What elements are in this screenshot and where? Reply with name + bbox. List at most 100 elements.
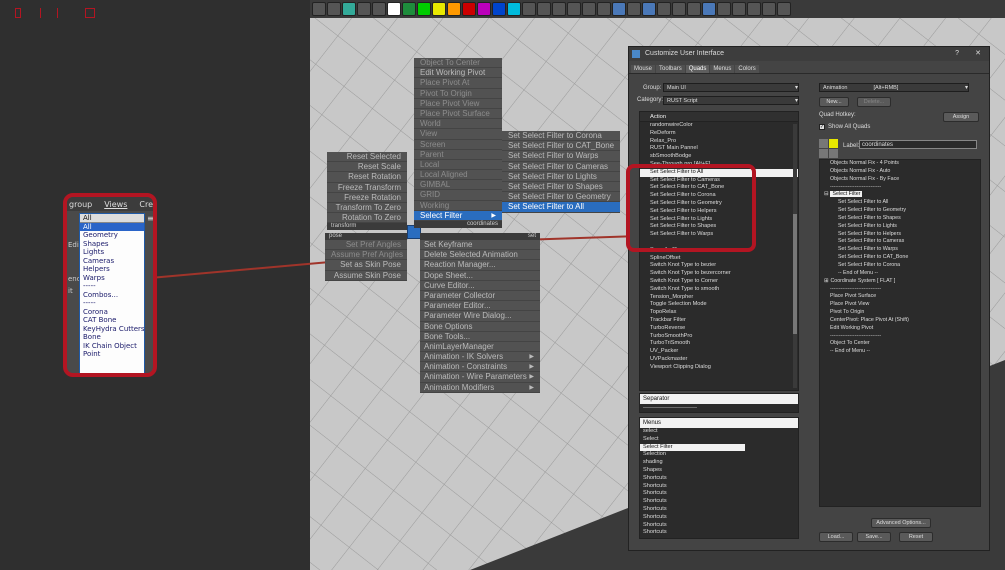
filter-option[interactable]: Cameras (80, 257, 144, 266)
load-button[interactable]: Load... (819, 532, 853, 542)
menu-entry[interactable]: Shortcuts (640, 483, 798, 491)
new-button[interactable]: New... (819, 97, 849, 107)
menu-entry[interactable]: select (640, 428, 798, 436)
tree-item[interactable]: -- End of Menu -- (830, 348, 980, 356)
quad-item-select-filter[interactable]: Select Filter ▶ (414, 210, 502, 221)
submenu-item[interactable]: Set Select Filter to Lights (502, 171, 620, 182)
tree-item[interactable]: Set Select Filter to Geometry (830, 207, 980, 215)
quad-item[interactable]: Dope Sheet... (420, 270, 540, 281)
quad-item[interactable]: Assume Skin Pose (325, 270, 407, 281)
collapse-icon[interactable]: ⊟ (824, 191, 828, 197)
action-item[interactable]: Relax_Pro (640, 138, 798, 146)
color-swatch-icon[interactable] (402, 2, 416, 16)
combo-value[interactable]: All (80, 214, 144, 223)
tool-icon[interactable] (642, 2, 656, 16)
filter-option[interactable]: KeyHydra Cutters (80, 325, 145, 334)
tool-icon[interactable] (342, 2, 356, 16)
action-item[interactable]: Trackbar Filter (640, 317, 798, 325)
list-icon[interactable]: ≡ (147, 214, 153, 224)
quad-item[interactable]: Object To Center (414, 58, 502, 69)
quad-item[interactable]: Pivot To Origin (414, 88, 502, 99)
menu-entry[interactable]: Shortcuts (640, 490, 798, 498)
quad-set-dropdown[interactable]: Animation [Alt+RMB] ▾ (819, 83, 969, 92)
quad-item[interactable]: Reset Selected (327, 152, 407, 163)
tool-icon[interactable] (672, 2, 686, 16)
tool-icon[interactable] (582, 2, 596, 16)
quad-item[interactable]: Animation - Wire Parameters ▶ (420, 372, 540, 383)
quad-item[interactable]: Working (414, 200, 502, 211)
quad-item[interactable]: GRID (414, 190, 502, 201)
quad-item[interactable]: Animation Modifiers ▶ (420, 382, 540, 393)
tree-item[interactable]: ⊞ Coordinate System [ FLAT ] (824, 278, 980, 286)
quad-item[interactable]: AnimLayerManager (420, 341, 540, 353)
action-header[interactable]: Action (640, 112, 798, 122)
tree-item[interactable]: Set Select Filter to Corona (830, 262, 980, 270)
quad-item[interactable]: Freeze Rotation (327, 192, 407, 203)
color-swatch-icon[interactable] (387, 2, 401, 16)
menu-entry[interactable]: Shortcuts (640, 529, 798, 537)
tool-icon[interactable] (732, 2, 746, 16)
tool-icon[interactable] (312, 2, 326, 16)
tree-item[interactable]: ----------------------------- (830, 333, 980, 341)
tool-icon[interactable] (567, 2, 581, 16)
quad-item[interactable]: World (414, 119, 502, 130)
submenu-item[interactable]: Set Select Filter to CAT_Bone (502, 141, 620, 152)
action-item[interactable]: sbSmoothBodge (640, 153, 798, 161)
quad-item[interactable]: Set Pref Angles (325, 240, 407, 251)
selection-filter-dropdown[interactable]: All All Geometry Shapes Lights Cameras H… (79, 213, 145, 373)
quad-item[interactable]: Rotation To Zero (327, 213, 407, 224)
menu-views[interactable]: Views (104, 200, 127, 209)
filter-option[interactable]: Combos... (80, 291, 144, 300)
quad-item[interactable]: Animation - IK Solvers ▶ (420, 352, 540, 363)
action-item[interactable]: Switch Knot Type to Corner (640, 278, 798, 286)
menu-entry[interactable]: Shortcuts (640, 498, 798, 506)
menu-entry[interactable]: Selection (640, 451, 798, 459)
action-item[interactable]: TurboSmoothPro (640, 333, 798, 341)
action-item[interactable]: TopoRelax (640, 309, 798, 317)
action-item[interactable]: Toggle Selection Mode (640, 301, 798, 309)
tab-toolbars[interactable]: Toolbars (656, 65, 685, 73)
filter-option[interactable]: Shapes (80, 240, 144, 249)
action-item[interactable]: Tension_Morpher (640, 294, 798, 302)
color-swatch-icon[interactable] (432, 2, 446, 16)
quad-item[interactable]: Place Pivot Surface (414, 108, 502, 120)
filter-option[interactable]: IK Chain Object (80, 342, 144, 351)
quad-item[interactable]: Local Aligned (414, 170, 502, 181)
menu-entry[interactable]: Select Filter (640, 443, 745, 452)
action-scrollbar[interactable] (793, 124, 797, 388)
quad-item[interactable]: Freeze Transform (327, 182, 407, 193)
color-swatch-icon[interactable] (447, 2, 461, 16)
expand-icon[interactable]: ⊞ (824, 278, 828, 284)
quad-item[interactable]: Parameter Wire Dialog... (420, 311, 540, 322)
quad-item[interactable]: Bone Options (420, 321, 540, 332)
quad-item[interactable]: GIMBAL (414, 180, 502, 191)
quad-item[interactable]: Parent (414, 149, 502, 160)
quad-item[interactable]: Set as Skin Pose (325, 260, 407, 271)
quad-item[interactable]: Screen (414, 139, 502, 150)
separator-line[interactable]: --------------------------- (640, 404, 798, 412)
filter-option[interactable]: Geometry (80, 231, 144, 240)
tab-mouse[interactable]: Mouse (631, 65, 656, 73)
quad-preview-tl[interactable] (819, 139, 828, 148)
action-item[interactable]: Switch Knot Type to bezercorner (640, 270, 798, 278)
tree-item[interactable]: Edit Working Pivot (830, 325, 980, 333)
menu-entry[interactable]: Shapes (640, 467, 798, 475)
color-swatch-icon[interactable] (507, 2, 521, 16)
filter-option[interactable]: Warps (80, 274, 144, 283)
quad-item[interactable]: Parameter Collector (420, 290, 540, 302)
filter-option[interactable]: Corona (80, 308, 144, 317)
submenu-item[interactable]: Set Select Filter to Warps (502, 151, 620, 162)
separator-list[interactable]: Separator --------------------------- (639, 393, 799, 413)
tree-item[interactable]: Place Pivot View (830, 301, 980, 309)
tool-icon[interactable] (747, 2, 761, 16)
filter-option[interactable]: CAT Bone (80, 316, 144, 325)
quad-tree[interactable]: Objects Normal Fix - 4 Points Objects No… (819, 159, 981, 507)
tool-icon[interactable] (357, 2, 371, 16)
quad-preview-tr[interactable] (829, 139, 838, 148)
tool-icon[interactable] (597, 2, 611, 16)
quad-item[interactable]: Place Pivot At (414, 78, 502, 89)
action-item[interactable]: RUST Main Pannel (640, 145, 798, 153)
tree-item[interactable]: Objects Normal Fix - By Face (830, 176, 980, 184)
quad-item[interactable]: View (414, 129, 502, 140)
quad-item[interactable]: Transform To Zero (327, 202, 407, 214)
